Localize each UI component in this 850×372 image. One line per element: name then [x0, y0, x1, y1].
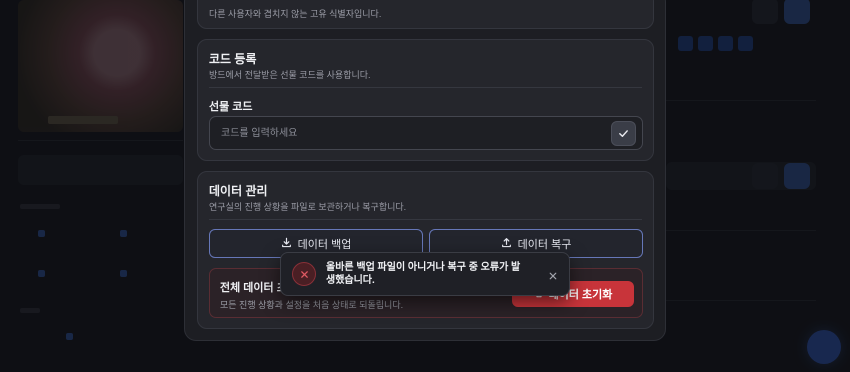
code-register-card: 코드 등록 방드에서 전달받은 선물 코드를 사용합니다. 선물 코드: [197, 39, 654, 161]
data-management-card: 데이터 관리 연구실의 진행 상황을 파일로 보관하거나 복구합니다. 데이터 …: [197, 171, 654, 329]
toast-message: 올바른 백업 파일이 아니거나 복구 중 오류가 발생했습니다.: [326, 262, 521, 286]
toast-close-button[interactable]: [547, 268, 559, 280]
data-management-title: 데이터 관리: [209, 184, 268, 198]
restore-label: 데이터 복구: [517, 238, 572, 251]
close-icon: [549, 265, 557, 284]
gift-code-label: 선물 코드: [209, 101, 253, 113]
upload-icon: [501, 237, 512, 251]
profile-id-description: 다른 사용자와 겹치지 않는 고유 식별자입니다.: [209, 9, 382, 19]
error-x-icon: [292, 262, 316, 286]
backup-label: 데이터 백업: [297, 238, 352, 251]
divider: [209, 87, 642, 88]
code-register-title: 코드 등록: [209, 52, 257, 66]
error-toast: 올바른 백업 파일이 아니거나 복구 중 오류가 발생했습니다.: [280, 252, 570, 296]
profile-card: 다른 사용자와 겹치지 않는 고유 식별자입니다.: [197, 0, 654, 29]
data-management-description: 연구실의 진행 상황을 파일로 보관하거나 복구합니다.: [209, 202, 407, 212]
divider: [209, 219, 642, 220]
code-register-description: 방드에서 전달받은 선물 코드를 사용합니다.: [209, 70, 371, 80]
check-icon: [618, 124, 629, 143]
gift-code-input[interactable]: [209, 116, 643, 150]
submit-code-button[interactable]: [611, 121, 636, 146]
download-icon: [281, 237, 292, 251]
reset-description: 모든 진행 상황과 설정을 처음 상태로 되돌립니다.: [220, 300, 404, 310]
